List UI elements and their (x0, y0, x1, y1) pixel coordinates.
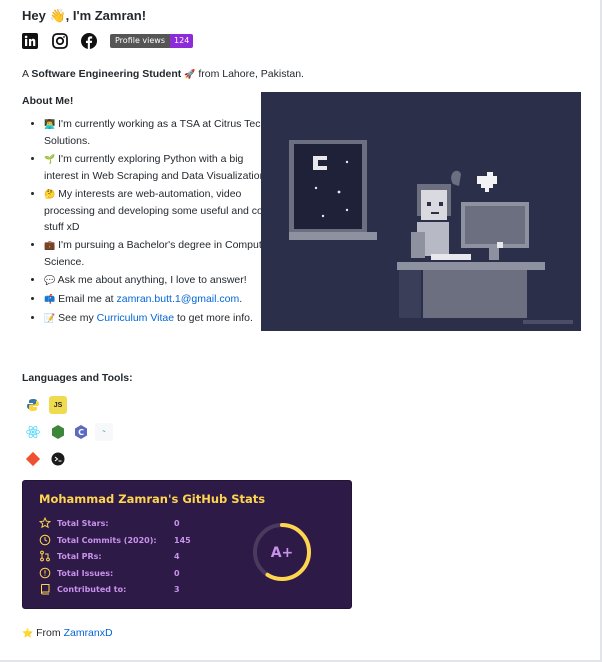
nodejs-icon[interactable] (49, 423, 67, 441)
stats-label: Total Issues: (57, 568, 114, 578)
python-icon[interactable] (24, 396, 42, 414)
linkedin-icon (22, 33, 38, 49)
email-suffix: . (239, 293, 243, 305)
languages-heading: Languages and Tools: (22, 372, 133, 384)
page-title: Hey 👋, I'm Zamran! (22, 8, 147, 23)
seedling-icon: 🌱 (44, 155, 56, 165)
stats-label: Total PRs: (57, 551, 102, 561)
stats-value: 3 (174, 584, 180, 594)
stats-value: 4 (174, 551, 180, 561)
cv-link[interactable]: Curriculum Vitae (97, 312, 174, 324)
stats-value: 145 (174, 535, 191, 545)
mysql-icon[interactable]: ~ (95, 423, 113, 441)
issue-icon (39, 567, 51, 579)
list-item: 📝 See my Curriculum Vitae to get more in… (44, 310, 280, 327)
cv-prefix: See my (58, 312, 97, 324)
intro-prefix: A (22, 68, 32, 80)
about-heading: About Me! (22, 95, 74, 107)
list-item-text: I'm currently working as a TSA at Citrus… (44, 118, 267, 147)
footer-prefix: From (33, 627, 64, 639)
stats-label: Contributed to: (57, 584, 127, 594)
cv-suffix: to get more info. (174, 312, 253, 324)
github-stats-card: Mohammad Zamran's GitHub Stats Total Sta… (22, 480, 352, 609)
stats-row-issues: Total Issues: 0 (39, 566, 180, 580)
mailbox-icon: 📫 (44, 295, 56, 305)
email-link[interactable]: zamran.butt.1@gmail.com (117, 293, 240, 305)
about-list: 👨‍💻 I'm currently working as a TSA at Ci… (22, 116, 280, 329)
instagram-icon (52, 33, 68, 49)
list-item-text: My interests are web-automation, video p… (44, 188, 272, 233)
list-item-text: I'm pursuing a Bachelor's degree in Comp… (44, 239, 272, 268)
clock-icon (39, 534, 51, 546)
bash-icon[interactable] (49, 450, 67, 468)
stats-title: Mohammad Zamran's GitHub Stats (39, 492, 266, 506)
list-item: 🤔 My interests are web-automation, video… (44, 186, 280, 235)
badge-label: Profile views (110, 34, 171, 48)
list-item: 💼 I'm pursuing a Bachelor's degree in Co… (44, 237, 280, 270)
rank-ring: A+ (253, 523, 311, 581)
svg-text:C: C (78, 428, 84, 437)
stats-value: 0 (174, 568, 180, 578)
list-item: 💬 Ask me about anything, I love to answe… (44, 272, 280, 289)
footer-link[interactable]: ZamranxD (64, 627, 113, 639)
speech-bubble-icon: 💬 (44, 276, 56, 286)
list-item: 📫 Email me at zamran.butt.1@gmail.com. (44, 291, 280, 308)
badge-count: 124 (170, 34, 194, 48)
list-item: 👨‍💻 I'm currently working as a TSA at Ci… (44, 116, 280, 149)
git-icon[interactable] (24, 450, 42, 468)
coding-illustration (261, 92, 581, 331)
footer: ⭐ From ZamranxD (22, 627, 113, 639)
repo-icon (41, 584, 50, 595)
intro-bold: Software Engineering Student (31, 68, 182, 80)
facebook-icon (81, 33, 97, 49)
instagram-link[interactable] (52, 33, 68, 49)
linkedin-link[interactable] (22, 33, 38, 49)
stats-row-commits: Total Commits (2020): 145 (39, 533, 191, 547)
star-icon (39, 517, 51, 529)
stats-row-contributed: Contributed to: 3 (39, 582, 180, 596)
email-prefix: Email me at (58, 293, 117, 305)
stats-row-prs: Total PRs: 4 (39, 549, 180, 563)
profile-views-badge: Profile views 124 (110, 34, 194, 48)
intro-text: A Software Engineering Student 🚀 from La… (22, 68, 304, 80)
technologist-icon: 👨‍💻 (44, 120, 56, 130)
stats-value: 0 (174, 518, 180, 528)
javascript-icon[interactable]: JS (49, 396, 67, 414)
react-icon[interactable] (24, 423, 42, 441)
stats-label: Total Stars: (57, 518, 109, 528)
memo-icon: 📝 (44, 314, 56, 324)
c-language-icon[interactable]: C (72, 423, 90, 441)
list-item: 🌱 I'm currently exploring Python with a … (44, 151, 280, 184)
thinking-icon: 🤔 (44, 190, 56, 200)
rocket-icon: 🚀 (184, 70, 196, 80)
pull-request-icon (40, 550, 50, 562)
list-item-text: I'm currently exploring Python with a bi… (44, 153, 269, 182)
intro-suffix: from Lahore, Pakistan. (195, 68, 304, 80)
facebook-link[interactable] (81, 33, 97, 49)
stats-row-stars: Total Stars: 0 (39, 516, 180, 530)
briefcase-icon: 💼 (44, 241, 56, 251)
rank-grade: A+ (271, 545, 294, 561)
stats-label: Total Commits (2020): (57, 535, 157, 545)
star-emoji-icon: ⭐ (22, 629, 34, 639)
list-item-text: Ask me about anything, I love to answer! (57, 274, 247, 286)
